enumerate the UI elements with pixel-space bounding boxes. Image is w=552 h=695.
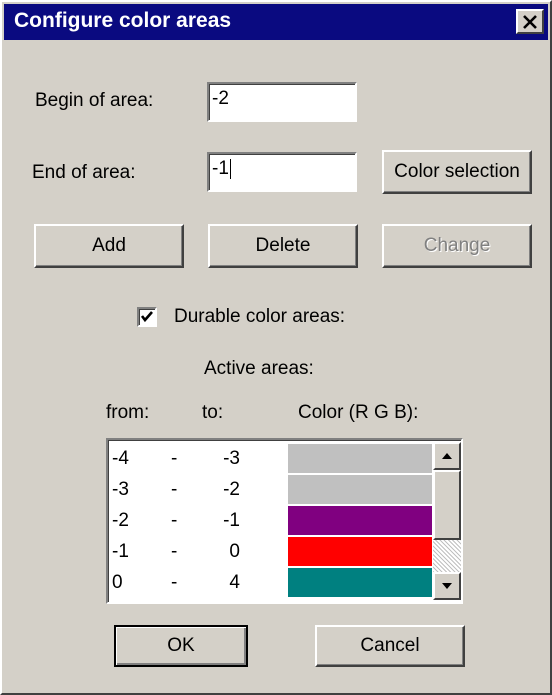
change-button-label: Change [423, 235, 491, 256]
change-button[interactable]: Change [382, 224, 532, 268]
row-color-swatch [288, 475, 432, 504]
active-areas-list[interactable]: -4 - -3 -3 - -2 -2 - -1 -1 - 0 0 - 4 [106, 438, 463, 604]
delete-button[interactable]: Delete [208, 224, 358, 268]
checkmark-icon [140, 311, 153, 323]
arrow-down-icon [442, 583, 452, 589]
row-color-swatch [288, 506, 432, 535]
add-button[interactable]: Add [34, 224, 184, 268]
list-item[interactable]: -3 - -2 [110, 473, 435, 506]
end-of-area-input[interactable]: -1 [207, 152, 357, 192]
close-icon [523, 14, 537, 29]
row-from-value: -3 [112, 479, 129, 500]
durable-color-areas-label: Durable color areas: [174, 306, 346, 327]
active-areas-label: Active areas: [204, 358, 314, 379]
row-from-value: -4 [112, 448, 129, 469]
scroll-up-button[interactable] [433, 442, 461, 470]
list-item[interactable]: 0 - 4 [110, 566, 435, 599]
begin-of-area-input[interactable]: -2 [207, 82, 357, 122]
row-separator: - [171, 510, 178, 531]
row-separator: - [171, 572, 178, 593]
row-separator: - [171, 448, 178, 469]
cancel-button[interactable]: Cancel [315, 625, 465, 667]
row-from-value: -2 [112, 510, 129, 531]
row-separator: - [171, 541, 178, 562]
column-header-to: to: [202, 402, 224, 423]
begin-of-area-label: Begin of area: [35, 90, 154, 111]
close-button[interactable] [516, 9, 544, 34]
color-selection-button[interactable]: Color selection [382, 150, 532, 194]
window-title: Configure color areas [14, 9, 232, 32]
row-from-value: -1 [112, 541, 129, 562]
row-separator: - [171, 479, 178, 500]
row-color-swatch [288, 537, 432, 566]
durable-color-areas-checkbox[interactable] [137, 307, 157, 327]
list-item[interactable]: -4 - -3 [110, 442, 435, 475]
end-of-area-label: End of area: [32, 162, 136, 183]
list-item[interactable]: -1 - 0 [110, 535, 435, 568]
color-selection-button-label: Color selection [394, 161, 520, 182]
text-cursor [229, 159, 231, 179]
column-header-from: from: [106, 402, 150, 423]
cancel-button-label: Cancel [360, 635, 420, 656]
list-item[interactable]: -2 - -1 [110, 504, 435, 537]
configure-color-areas-dialog: Configure color areas Begin of area: -2 … [0, 0, 552, 695]
title-bar[interactable]: Configure color areas [4, 4, 548, 40]
ok-button[interactable]: OK [114, 625, 248, 667]
begin-of-area-value: -2 [212, 88, 229, 109]
end-of-area-value: -1 [212, 158, 229, 179]
row-to-value: -1 [223, 510, 240, 531]
row-to-value: 0 [229, 541, 240, 562]
arrow-up-icon [442, 453, 452, 459]
add-button-label: Add [92, 235, 126, 256]
delete-button-label: Delete [255, 235, 311, 256]
ok-button-label: OK [167, 635, 195, 656]
row-color-swatch [288, 444, 432, 473]
row-color-swatch [288, 568, 432, 597]
list-scrollbar[interactable] [433, 442, 461, 600]
scroll-thumb[interactable] [433, 470, 461, 540]
row-to-value: 4 [229, 572, 240, 593]
row-from-value: 0 [112, 572, 123, 593]
column-header-color: Color (R G B): [298, 402, 419, 423]
row-to-value: -3 [223, 448, 240, 469]
scroll-down-button[interactable] [433, 572, 461, 600]
row-to-value: -2 [223, 479, 240, 500]
